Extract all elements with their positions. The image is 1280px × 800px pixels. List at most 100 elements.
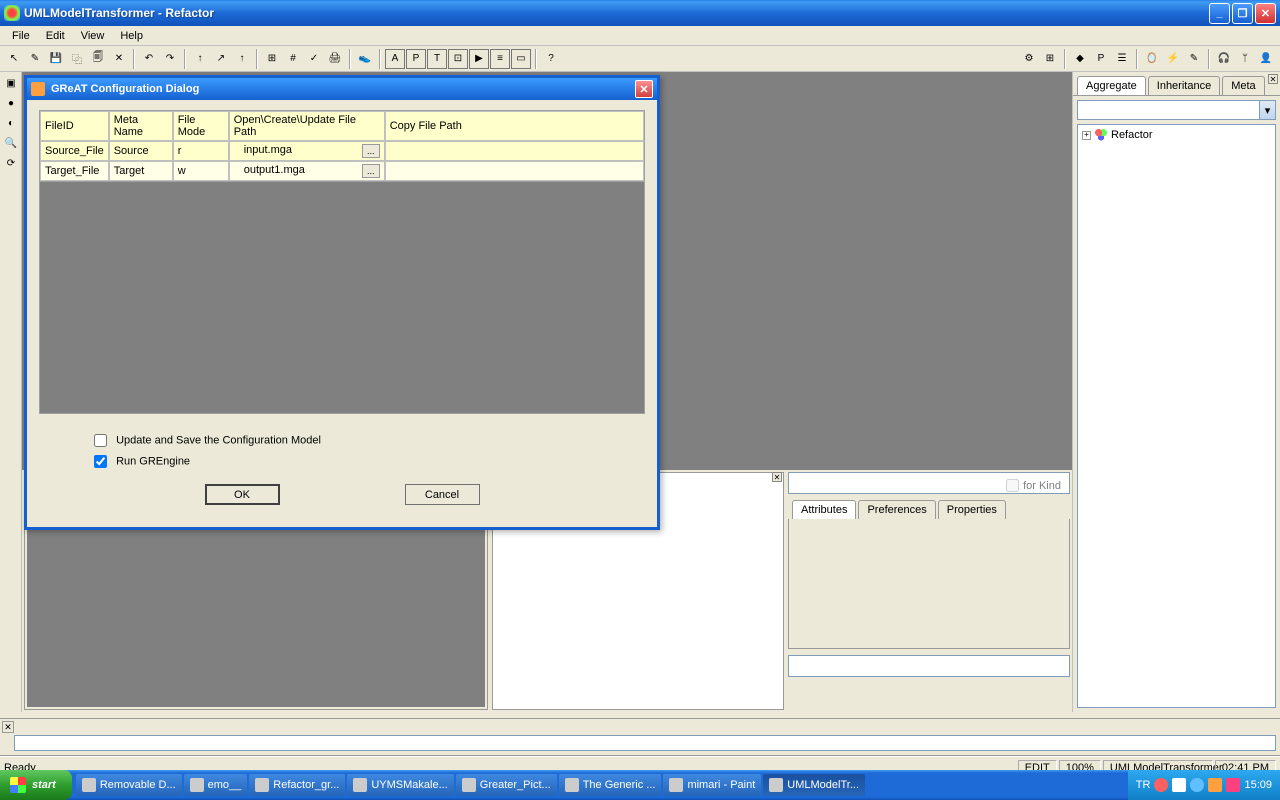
chevron-down-icon[interactable]: ▾: [1259, 101, 1275, 119]
check-update-input[interactable]: [94, 434, 107, 447]
rtool-mirror-icon[interactable]: 🪞: [1142, 49, 1162, 69]
task-item[interactable]: Greater_Pict...: [456, 774, 557, 796]
right-combo[interactable]: ▾: [1077, 100, 1276, 120]
menu-help[interactable]: Help: [112, 28, 151, 44]
panel-close-icon[interactable]: ✕: [772, 472, 782, 482]
rtool-user-icon[interactable]: 👤: [1256, 49, 1276, 69]
tray-icon[interactable]: [1154, 778, 1168, 792]
menu-edit[interactable]: Edit: [38, 28, 73, 44]
col-filemode[interactable]: File Mode: [173, 111, 229, 141]
tab-properties[interactable]: Properties: [938, 500, 1006, 519]
rtool-headphones-icon[interactable]: 🎧: [1214, 49, 1234, 69]
tool-paste-icon[interactable]: 🗐: [88, 49, 108, 69]
tool-copy-icon[interactable]: ⿻: [67, 49, 87, 69]
tool-print-icon[interactable]: 🖨: [325, 49, 345, 69]
for-kind-checkbox[interactable]: for Kind: [1006, 479, 1061, 492]
rtool-p-icon[interactable]: P: [1091, 49, 1111, 69]
check-update-config[interactable]: Update and Save the Configuration Model: [94, 434, 645, 447]
tool-a-icon[interactable]: A: [385, 49, 405, 69]
start-button[interactable]: start: [0, 770, 72, 800]
tool-list-icon[interactable]: ≡: [490, 49, 510, 69]
lt-refresh-icon[interactable]: ⟳: [2, 154, 20, 172]
rtool-diamond-icon[interactable]: ◆: [1070, 49, 1090, 69]
tool-t-icon[interactable]: T: [427, 49, 447, 69]
tool-save-icon[interactable]: 💾: [46, 49, 66, 69]
check-run-input[interactable]: [94, 455, 107, 468]
tool-up-icon[interactable]: ↑: [190, 49, 210, 69]
clock[interactable]: 15:09: [1244, 779, 1272, 791]
cell-mode[interactable]: r: [173, 141, 229, 161]
col-fileid[interactable]: FileID: [40, 111, 109, 141]
col-copypath[interactable]: Copy File Path: [385, 111, 644, 141]
tool-rect-icon[interactable]: ▭: [511, 49, 531, 69]
lt-select-icon[interactable]: ▣: [2, 74, 20, 92]
menu-file[interactable]: File: [4, 28, 38, 44]
lt-zoom-icon[interactable]: 🔍: [2, 134, 20, 152]
tray-icon[interactable]: [1172, 778, 1186, 792]
task-item[interactable]: The Generic ...: [559, 774, 662, 796]
rtool-fork-icon[interactable]: ᛘ: [1235, 49, 1255, 69]
minimize-button[interactable]: _: [1209, 3, 1230, 24]
cell-path[interactable]: input.mga...: [229, 141, 385, 161]
br-combo[interactable]: for Kind: [788, 472, 1070, 494]
tool-help-icon[interactable]: ?: [541, 49, 561, 69]
tool-undo-icon[interactable]: ↶: [139, 49, 159, 69]
cell-meta[interactable]: Source: [109, 141, 173, 161]
cell-copy[interactable]: [385, 161, 644, 181]
tray-icon[interactable]: [1190, 778, 1204, 792]
cell-meta[interactable]: Target: [109, 161, 173, 181]
cancel-button[interactable]: Cancel: [405, 484, 480, 505]
rtool-bolt-icon[interactable]: ⚡: [1163, 49, 1183, 69]
tool-redo-icon[interactable]: ↷: [160, 49, 180, 69]
rtool-bars-icon[interactable]: ☰: [1112, 49, 1132, 69]
rtool-pencil-icon[interactable]: ✎: [1184, 49, 1204, 69]
tool-pointer-icon[interactable]: ↖: [4, 49, 24, 69]
tab-attributes[interactable]: Attributes: [792, 500, 856, 519]
browse-button[interactable]: ...: [362, 144, 380, 158]
task-item[interactable]: mimari - Paint: [663, 774, 761, 796]
lt-circle-icon[interactable]: ●: [2, 94, 20, 112]
col-openpath[interactable]: Open\Create\Update File Path: [229, 111, 385, 141]
tree-item-refactor[interactable]: + Refactor: [1082, 129, 1271, 141]
tab-aggregate[interactable]: Aggregate: [1077, 76, 1146, 95]
lang-indicator[interactable]: TR: [1136, 779, 1151, 791]
tool-box-icon[interactable]: ⊡: [448, 49, 468, 69]
tool-p-icon[interactable]: P: [406, 49, 426, 69]
dialog-close-button[interactable]: ✕: [635, 80, 653, 98]
task-item[interactable]: UMLModelTr...: [763, 774, 865, 796]
browse-button[interactable]: ...: [362, 164, 380, 178]
cell-mode[interactable]: w: [173, 161, 229, 181]
console-input[interactable]: [14, 735, 1276, 751]
table-row[interactable]: Source_File Source r input.mga...: [40, 141, 644, 161]
console-close-icon[interactable]: ✕: [2, 721, 14, 733]
cell-fileid[interactable]: Target_File: [40, 161, 109, 181]
tray-icon[interactable]: [1226, 778, 1240, 792]
maximize-button[interactable]: ❐: [1232, 3, 1253, 24]
dialog-titlebar[interactable]: GReAT Configuration Dialog ✕: [27, 78, 657, 100]
menu-view[interactable]: View: [73, 28, 113, 44]
table-row[interactable]: Target_File Target w output1.mga...: [40, 161, 644, 181]
tool-run-icon[interactable]: 👟: [355, 49, 375, 69]
lt-half-icon[interactable]: ◐: [2, 114, 20, 132]
expand-icon[interactable]: +: [1082, 131, 1091, 140]
cell-copy[interactable]: [385, 141, 644, 161]
tool-upright-icon[interactable]: ↗: [211, 49, 231, 69]
rtool-gear-icon[interactable]: ⚙: [1019, 49, 1039, 69]
close-button[interactable]: ✕: [1255, 3, 1276, 24]
ok-button[interactable]: OK: [205, 484, 280, 505]
task-item[interactable]: emo__: [184, 774, 248, 796]
cell-path[interactable]: output1.mga...: [229, 161, 385, 181]
tool-hash-icon[interactable]: #: [283, 49, 303, 69]
task-item[interactable]: Removable D...: [76, 774, 182, 796]
task-item[interactable]: UYMSMakale...: [347, 774, 453, 796]
tool-play-icon[interactable]: ▶: [469, 49, 489, 69]
tree-view[interactable]: + Refactor: [1077, 124, 1276, 708]
task-item[interactable]: Refactor_gr...: [249, 774, 345, 796]
tool-up2-icon[interactable]: ↑: [232, 49, 252, 69]
tool-edit-icon[interactable]: ✎: [25, 49, 45, 69]
rtool-grid-icon[interactable]: ⊞: [1040, 49, 1060, 69]
tool-delete-icon[interactable]: ✕: [109, 49, 129, 69]
tab-meta[interactable]: Meta: [1222, 76, 1264, 95]
tray-icon[interactable]: [1208, 778, 1222, 792]
tool-grid-icon[interactable]: ⊞: [262, 49, 282, 69]
